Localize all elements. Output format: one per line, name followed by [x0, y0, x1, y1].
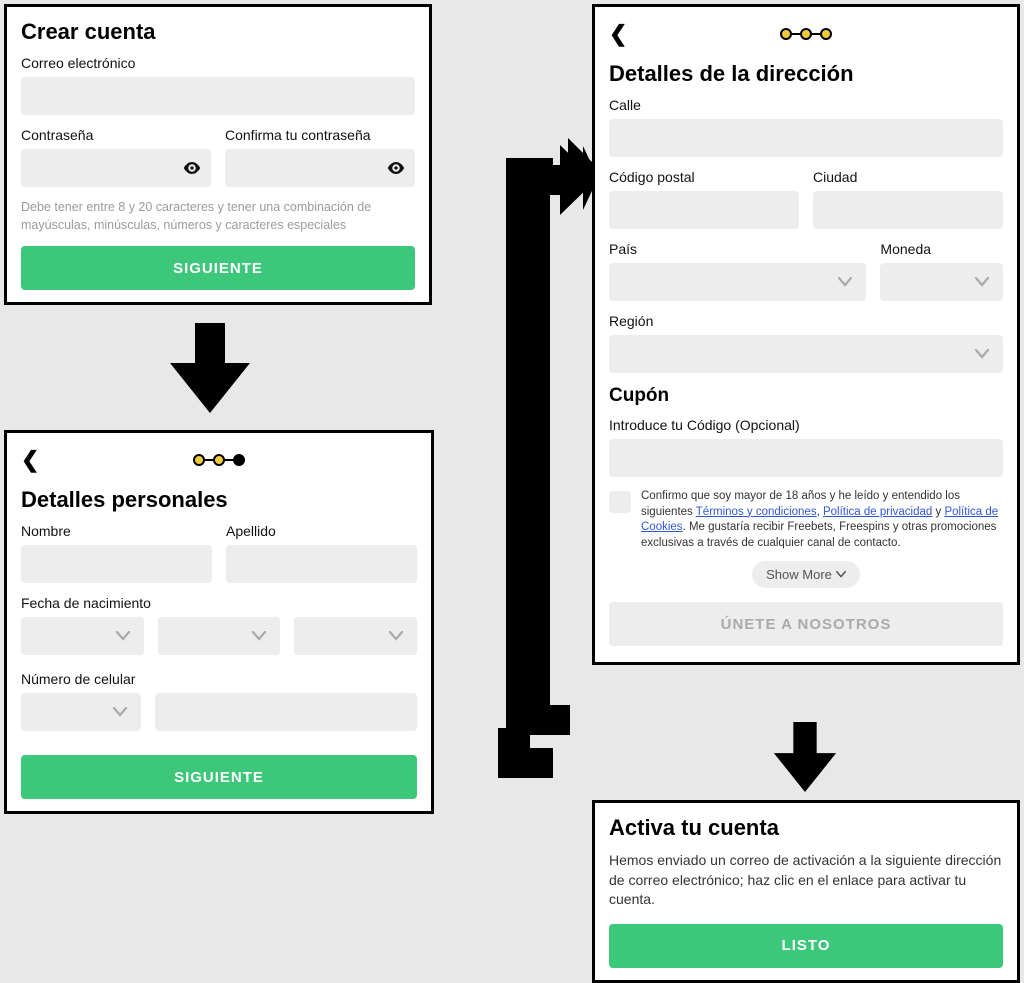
step-indicator	[193, 454, 245, 466]
arrow-down-icon	[170, 323, 250, 413]
dob-label: Fecha de nacimiento	[21, 595, 417, 611]
eye-icon[interactable]	[183, 161, 201, 175]
currency-label: Moneda	[880, 241, 1003, 257]
chevron-down-icon	[838, 277, 852, 287]
phone-number-input[interactable]	[155, 693, 417, 731]
panel-create-account: Crear cuenta Correo electrónico Contrase…	[4, 4, 432, 305]
postal-label: Código postal	[609, 169, 799, 185]
back-icon[interactable]: ❮	[609, 23, 627, 45]
back-icon[interactable]: ❮	[21, 449, 39, 471]
link-privacy[interactable]: Política de privacidad	[823, 506, 932, 518]
chevron-down-icon	[836, 571, 846, 578]
confirm-password-label: Confirma tu contraseña	[225, 127, 415, 143]
email-input[interactable]	[21, 77, 415, 115]
address-title: Detalles de la dirección	[609, 61, 1003, 87]
chevron-down-icon	[116, 631, 130, 641]
street-label: Calle	[609, 97, 1003, 113]
city-label: Ciudad	[813, 169, 1003, 185]
confirm-password-input[interactable]	[225, 149, 415, 187]
chevron-down-icon	[113, 707, 127, 717]
panel-address-details: ❮ Detalles de la dirección Calle Código …	[592, 4, 1020, 665]
password-hint: Debe tener entre 8 y 20 caracteres y ten…	[21, 199, 415, 234]
dob-day-select[interactable]	[21, 617, 144, 655]
country-select[interactable]	[609, 263, 866, 301]
join-button[interactable]: ÚNETE A NOSOTROS	[609, 602, 1003, 646]
name-input[interactable]	[21, 545, 212, 583]
region-label: Región	[609, 313, 1003, 329]
personal-title: Detalles personales	[21, 487, 417, 513]
next-button[interactable]: SIGUIENTE	[21, 755, 417, 799]
email-label: Correo electrónico	[21, 55, 415, 71]
show-more-button[interactable]: Show More	[752, 561, 860, 588]
next-button[interactable]: SIGUIENTE	[21, 246, 415, 290]
panel-personal-details: ❮ Detalles personales Nombre Apellido Fe…	[4, 430, 434, 814]
coupon-title: Cupón	[609, 385, 1003, 407]
chevron-down-icon	[975, 277, 989, 287]
show-more-label: Show More	[766, 567, 832, 582]
password-label: Contraseña	[21, 127, 211, 143]
activate-description: Hemos enviado un correo de activación a …	[609, 851, 1003, 910]
chevron-down-icon	[252, 631, 266, 641]
currency-select[interactable]	[880, 263, 1003, 301]
country-label: País	[609, 241, 866, 257]
chevron-down-icon	[389, 631, 403, 641]
coupon-input[interactable]	[609, 439, 1003, 477]
city-input[interactable]	[813, 191, 1003, 229]
phone-label: Número de celular	[21, 671, 417, 687]
name-label: Nombre	[21, 523, 212, 539]
activate-title: Activa tu cuenta	[609, 815, 1003, 841]
surname-input[interactable]	[226, 545, 417, 583]
create-account-title: Crear cuenta	[21, 19, 415, 45]
done-button[interactable]: LISTO	[609, 924, 1003, 968]
arrow-down-icon	[770, 722, 840, 792]
panel-activate: Activa tu cuenta Hemos enviado un correo…	[592, 800, 1020, 983]
street-input[interactable]	[609, 119, 1003, 157]
postal-input[interactable]	[609, 191, 799, 229]
link-terms[interactable]: Términos y condiciones	[696, 506, 817, 518]
consent-text: Confirmo que soy mayor de 18 años y he l…	[641, 489, 1003, 551]
dob-month-select[interactable]	[158, 617, 281, 655]
surname-label: Apellido	[226, 523, 417, 539]
eye-icon[interactable]	[387, 161, 405, 175]
coupon-label: Introduce tu Código (Opcional)	[609, 417, 1003, 433]
password-input[interactable]	[21, 149, 211, 187]
consent-checkbox[interactable]	[609, 491, 631, 513]
dob-year-select[interactable]	[294, 617, 417, 655]
step-indicator	[780, 28, 832, 40]
arrow-curve-icon	[500, 130, 596, 770]
region-select[interactable]	[609, 335, 1003, 373]
chevron-down-icon	[975, 349, 989, 359]
phone-prefix-select[interactable]	[21, 693, 141, 731]
